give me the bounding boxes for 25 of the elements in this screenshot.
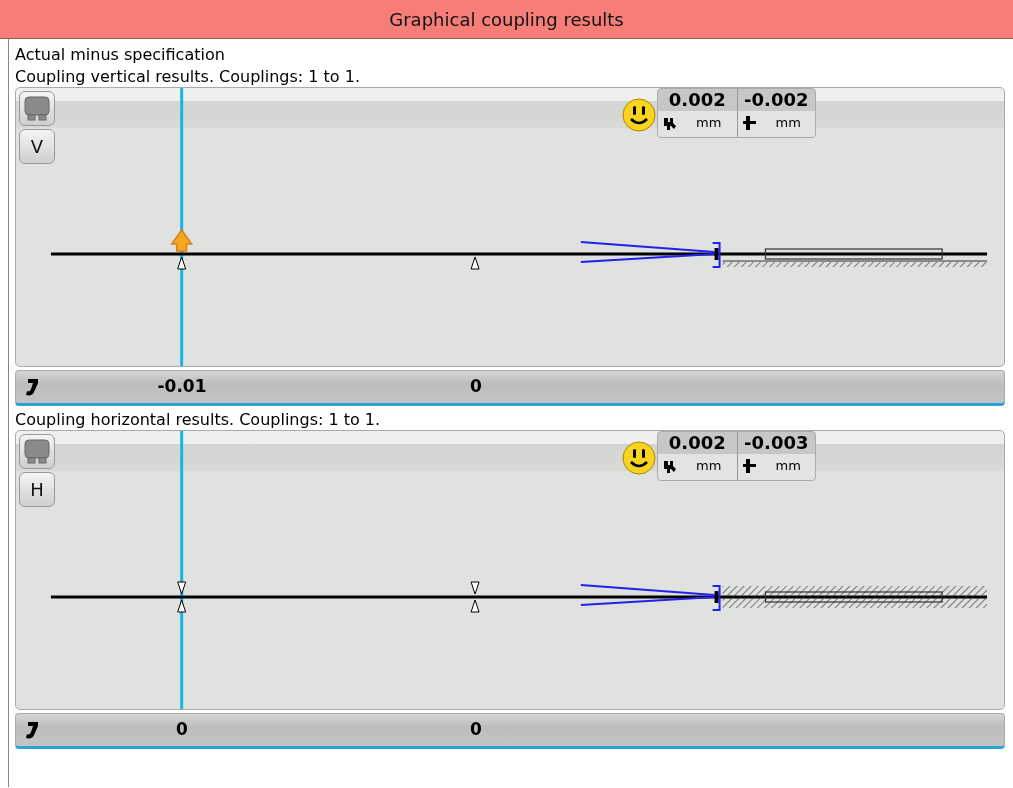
machine-icon [23, 437, 51, 466]
machine-icon [23, 94, 51, 123]
offset-value: 0.002 [668, 89, 726, 111]
direction-button[interactable]: V [19, 129, 55, 164]
angle-unit: mm [775, 114, 801, 132]
direction-button[interactable]: H [19, 472, 55, 507]
subtitle: Actual minus specification [15, 44, 226, 66]
angle-value: -0.002 [744, 89, 809, 111]
foot-value: 0 [176, 719, 188, 739]
foot-value: -0.01 [157, 376, 207, 396]
section-caption: Coupling vertical results. Couplings: 1 to 1. [15, 67, 361, 87]
cursor-line[interactable] [180, 88, 184, 366]
offset-value: 0.002 [668, 432, 726, 454]
machine-button[interactable] [19, 434, 55, 469]
section-caption: Coupling horizontal results. Couplings: 1 to 1. [15, 410, 382, 430]
title-bar: Graphical coupling results [0, 0, 1013, 39]
offset-unit: mm [696, 114, 722, 132]
foot-value: 0 [470, 376, 482, 396]
cursor-line[interactable] [180, 431, 184, 709]
machine-button[interactable] [19, 91, 55, 126]
foot-value: 0 [470, 719, 482, 739]
foot-marker [177, 256, 187, 270]
offset-unit: mm [696, 457, 722, 475]
angle-unit: mm [775, 457, 801, 475]
angle-value: -0.003 [744, 432, 809, 454]
